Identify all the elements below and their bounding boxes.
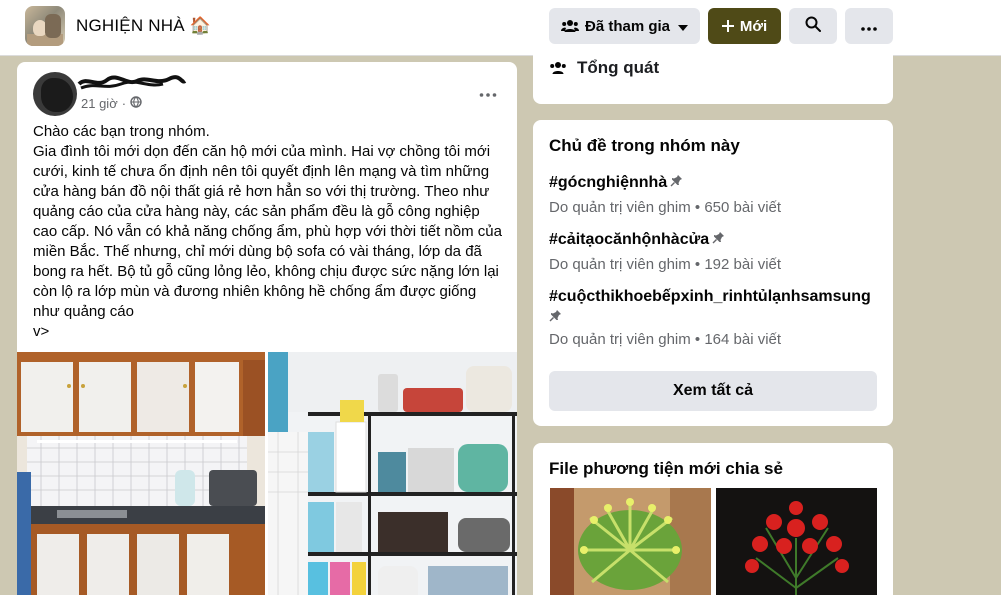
media-card: File phương tiện mới chia sẻ <box>533 443 893 595</box>
post-options-icon[interactable] <box>479 84 497 102</box>
pin-icon <box>712 229 725 250</box>
joined-button[interactable]: Đã tham gia <box>549 8 700 44</box>
post-body: Chào các bạn trong nhóm. Gia đình tôi mớ… <box>33 123 502 340</box>
search-button[interactable] <box>789 8 837 44</box>
topic-name[interactable]: #gócnghiệnnhà <box>549 174 667 191</box>
topic-item[interactable]: #cuộcthikhoebếpxinh_rinhtủlạnhsamsung Do… <box>549 286 879 350</box>
pin-icon <box>549 307 562 328</box>
author-avatar[interactable] <box>33 72 77 116</box>
more-options-button[interactable] <box>845 8 893 44</box>
group-title[interactable]: NGHIỆN NHÀ 🏠 <box>76 16 211 36</box>
more-horizontal-icon <box>861 18 877 35</box>
post-meta: 21 giờ · <box>81 96 142 111</box>
general-label: Tổng quát <box>577 58 660 77</box>
topic-name[interactable]: #cảitạocănhộnhàcửa <box>549 231 709 248</box>
group-avatar[interactable] <box>25 6 65 46</box>
media-thumbnail[interactable] <box>550 488 711 595</box>
topics-card: Chủ đề trong nhóm này #gócnghiệnnhà Do q… <box>533 120 893 426</box>
new-post-button[interactable]: Mới <box>708 8 781 44</box>
people-icon <box>549 61 567 75</box>
caret-down-icon <box>678 18 689 35</box>
search-icon <box>805 16 821 36</box>
topic-item[interactable]: #gócnghiệnnhà Do quản trị viên ghim • 65… <box>549 172 879 218</box>
globe-icon <box>130 96 142 111</box>
topic-name[interactable]: #cuộcthikhoebếpxinh_rinhtủlạnhsamsung <box>549 288 871 305</box>
pin-icon <box>670 172 683 193</box>
shelf-photo[interactable] <box>268 352 517 595</box>
topic-meta: Do quản trị viên ghim • 650 bài viết <box>549 199 782 217</box>
media-thumbnail[interactable] <box>716 488 877 595</box>
topics-title: Chủ đề trong nhóm này <box>549 136 740 155</box>
joined-label: Đã tham gia <box>584 17 671 35</box>
plus-icon <box>721 20 734 32</box>
post-card: 21 giờ · Chào các bạn trong nhóm. Gia đì… <box>17 62 517 595</box>
people-icon <box>560 19 579 33</box>
media-title: File phương tiện mới chia sẻ <box>549 459 783 478</box>
post-time[interactable]: 21 giờ <box>81 96 118 111</box>
general-item[interactable]: Tổng quát <box>549 58 659 78</box>
post-images <box>17 352 517 595</box>
topic-meta: Do quản trị viên ghim • 192 bài viết <box>549 256 782 274</box>
new-label: Mới <box>739 17 768 35</box>
topic-item[interactable]: #cảitạocănhộnhàcửa Do quản trị viên ghim… <box>549 229 879 275</box>
kitchen-photo[interactable] <box>17 352 265 595</box>
see-all-button[interactable]: Xem tất cả <box>549 371 877 411</box>
redacted-author-name <box>77 75 187 90</box>
topic-meta: Do quản trị viên ghim • 164 bài viết <box>549 331 782 349</box>
general-card: Tổng quát <box>533 44 893 104</box>
